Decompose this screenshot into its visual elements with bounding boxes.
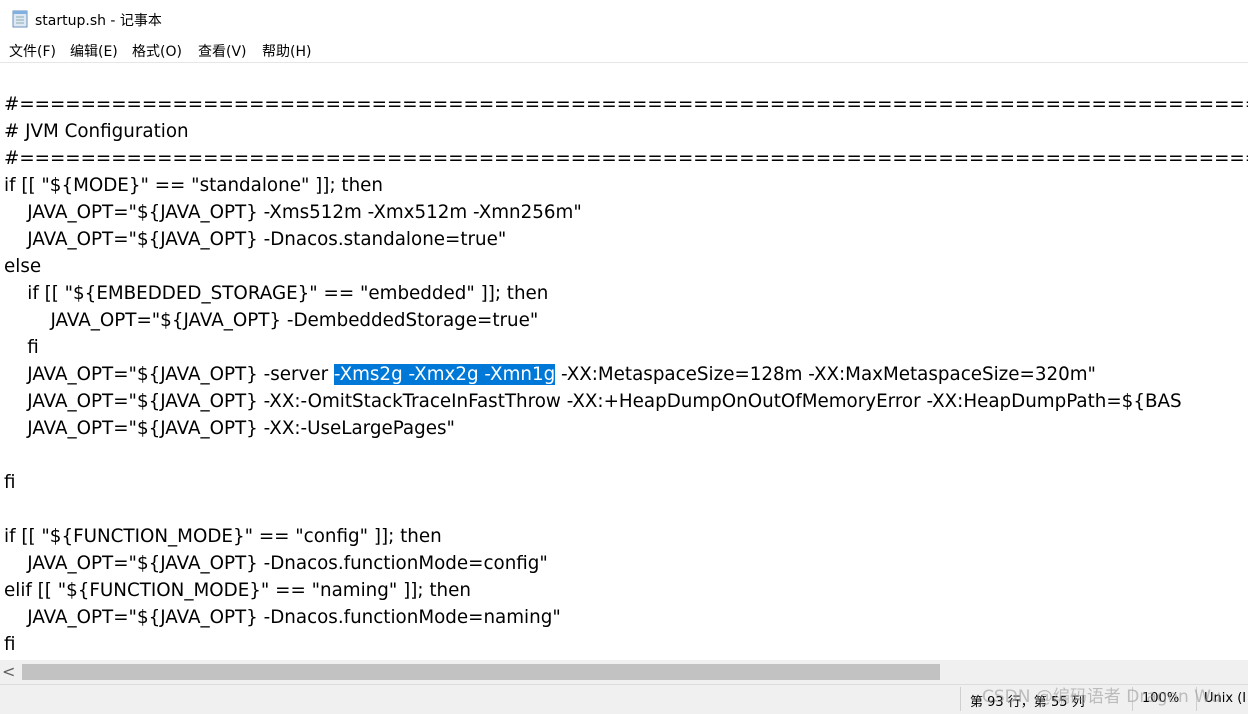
code-line: else xyxy=(4,256,42,277)
code-line: fi xyxy=(4,634,16,655)
code-line: elif [[ "${FUNCTION_MODE}" == "naming" ]… xyxy=(4,580,471,601)
code-line: JAVA_OPT="${JAVA_OPT} -XX:-UseLargePages… xyxy=(4,418,455,439)
editor-content[interactable]: #=======================================… xyxy=(4,91,1248,658)
scroll-left-icon[interactable]: < xyxy=(2,662,15,681)
code-line: if [[ "${EMBEDDED_STORAGE}" == "embedded… xyxy=(4,283,549,304)
code-text: -XX:MetaspaceSize=128m -XX:MaxMetaspaceS… xyxy=(555,364,1096,385)
code-line: JAVA_OPT="${JAVA_OPT} -Xms512m -Xmx512m … xyxy=(4,202,582,223)
code-line: if [[ "${FUNCTION_MODE}" == "config" ]];… xyxy=(4,526,442,547)
status-divider xyxy=(960,687,961,711)
menu-file[interactable]: 文件(F) xyxy=(7,41,58,61)
code-line: JAVA_OPT="${JAVA_OPT} -XX:-OmitStackTrac… xyxy=(4,391,1182,412)
code-line: JAVA_OPT="${JAVA_OPT} -Dnacos.standalone… xyxy=(4,229,507,250)
code-line: JAVA_OPT="${JAVA_OPT} -Dnacos.functionMo… xyxy=(4,553,548,574)
code-line: fi xyxy=(4,472,16,493)
code-line: JAVA_OPT="${JAVA_OPT} -server -Xms2g -Xm… xyxy=(4,361,1248,388)
code-line: fi xyxy=(4,337,39,358)
csdn-watermark: CSDN @编码语者 Dragon Wu xyxy=(982,687,1222,707)
code-line: if [[ "${MODE}" == "standalone" ]]; then xyxy=(4,175,383,196)
menu-view[interactable]: 查看(V) xyxy=(196,41,249,61)
menu-format[interactable]: 格式(O) xyxy=(130,41,184,61)
code-line: # JVM Configuration xyxy=(4,121,189,142)
menu-edit[interactable]: 编辑(E) xyxy=(68,41,120,61)
code-text: JAVA_OPT="${JAVA_OPT} -server xyxy=(4,364,334,385)
code-line: JAVA_OPT="${JAVA_OPT} -Dnacos.functionMo… xyxy=(4,607,561,628)
menu-bar: 文件(F) 编辑(E) 格式(O) 查看(V) 帮助(H) xyxy=(0,38,1248,63)
scroll-thumb[interactable] xyxy=(22,664,940,680)
code-line: #=======================================… xyxy=(4,94,1248,115)
menu-help[interactable]: 帮助(H) xyxy=(260,41,313,61)
code-line: #=======================================… xyxy=(4,148,1248,169)
text-editor[interactable]: #=======================================… xyxy=(0,63,1248,660)
window-title: startup.sh - 记事本 xyxy=(35,13,162,29)
code-line: JAVA_OPT="${JAVA_OPT} -DembeddedStorage=… xyxy=(4,310,539,331)
notepad-icon xyxy=(12,10,28,28)
horizontal-scrollbar[interactable]: < xyxy=(0,660,1248,684)
selected-text[interactable]: -Xms2g -Xmx2g -Xmn1g xyxy=(333,364,556,385)
title-bar: startup.sh - 记事本 xyxy=(0,0,1248,38)
